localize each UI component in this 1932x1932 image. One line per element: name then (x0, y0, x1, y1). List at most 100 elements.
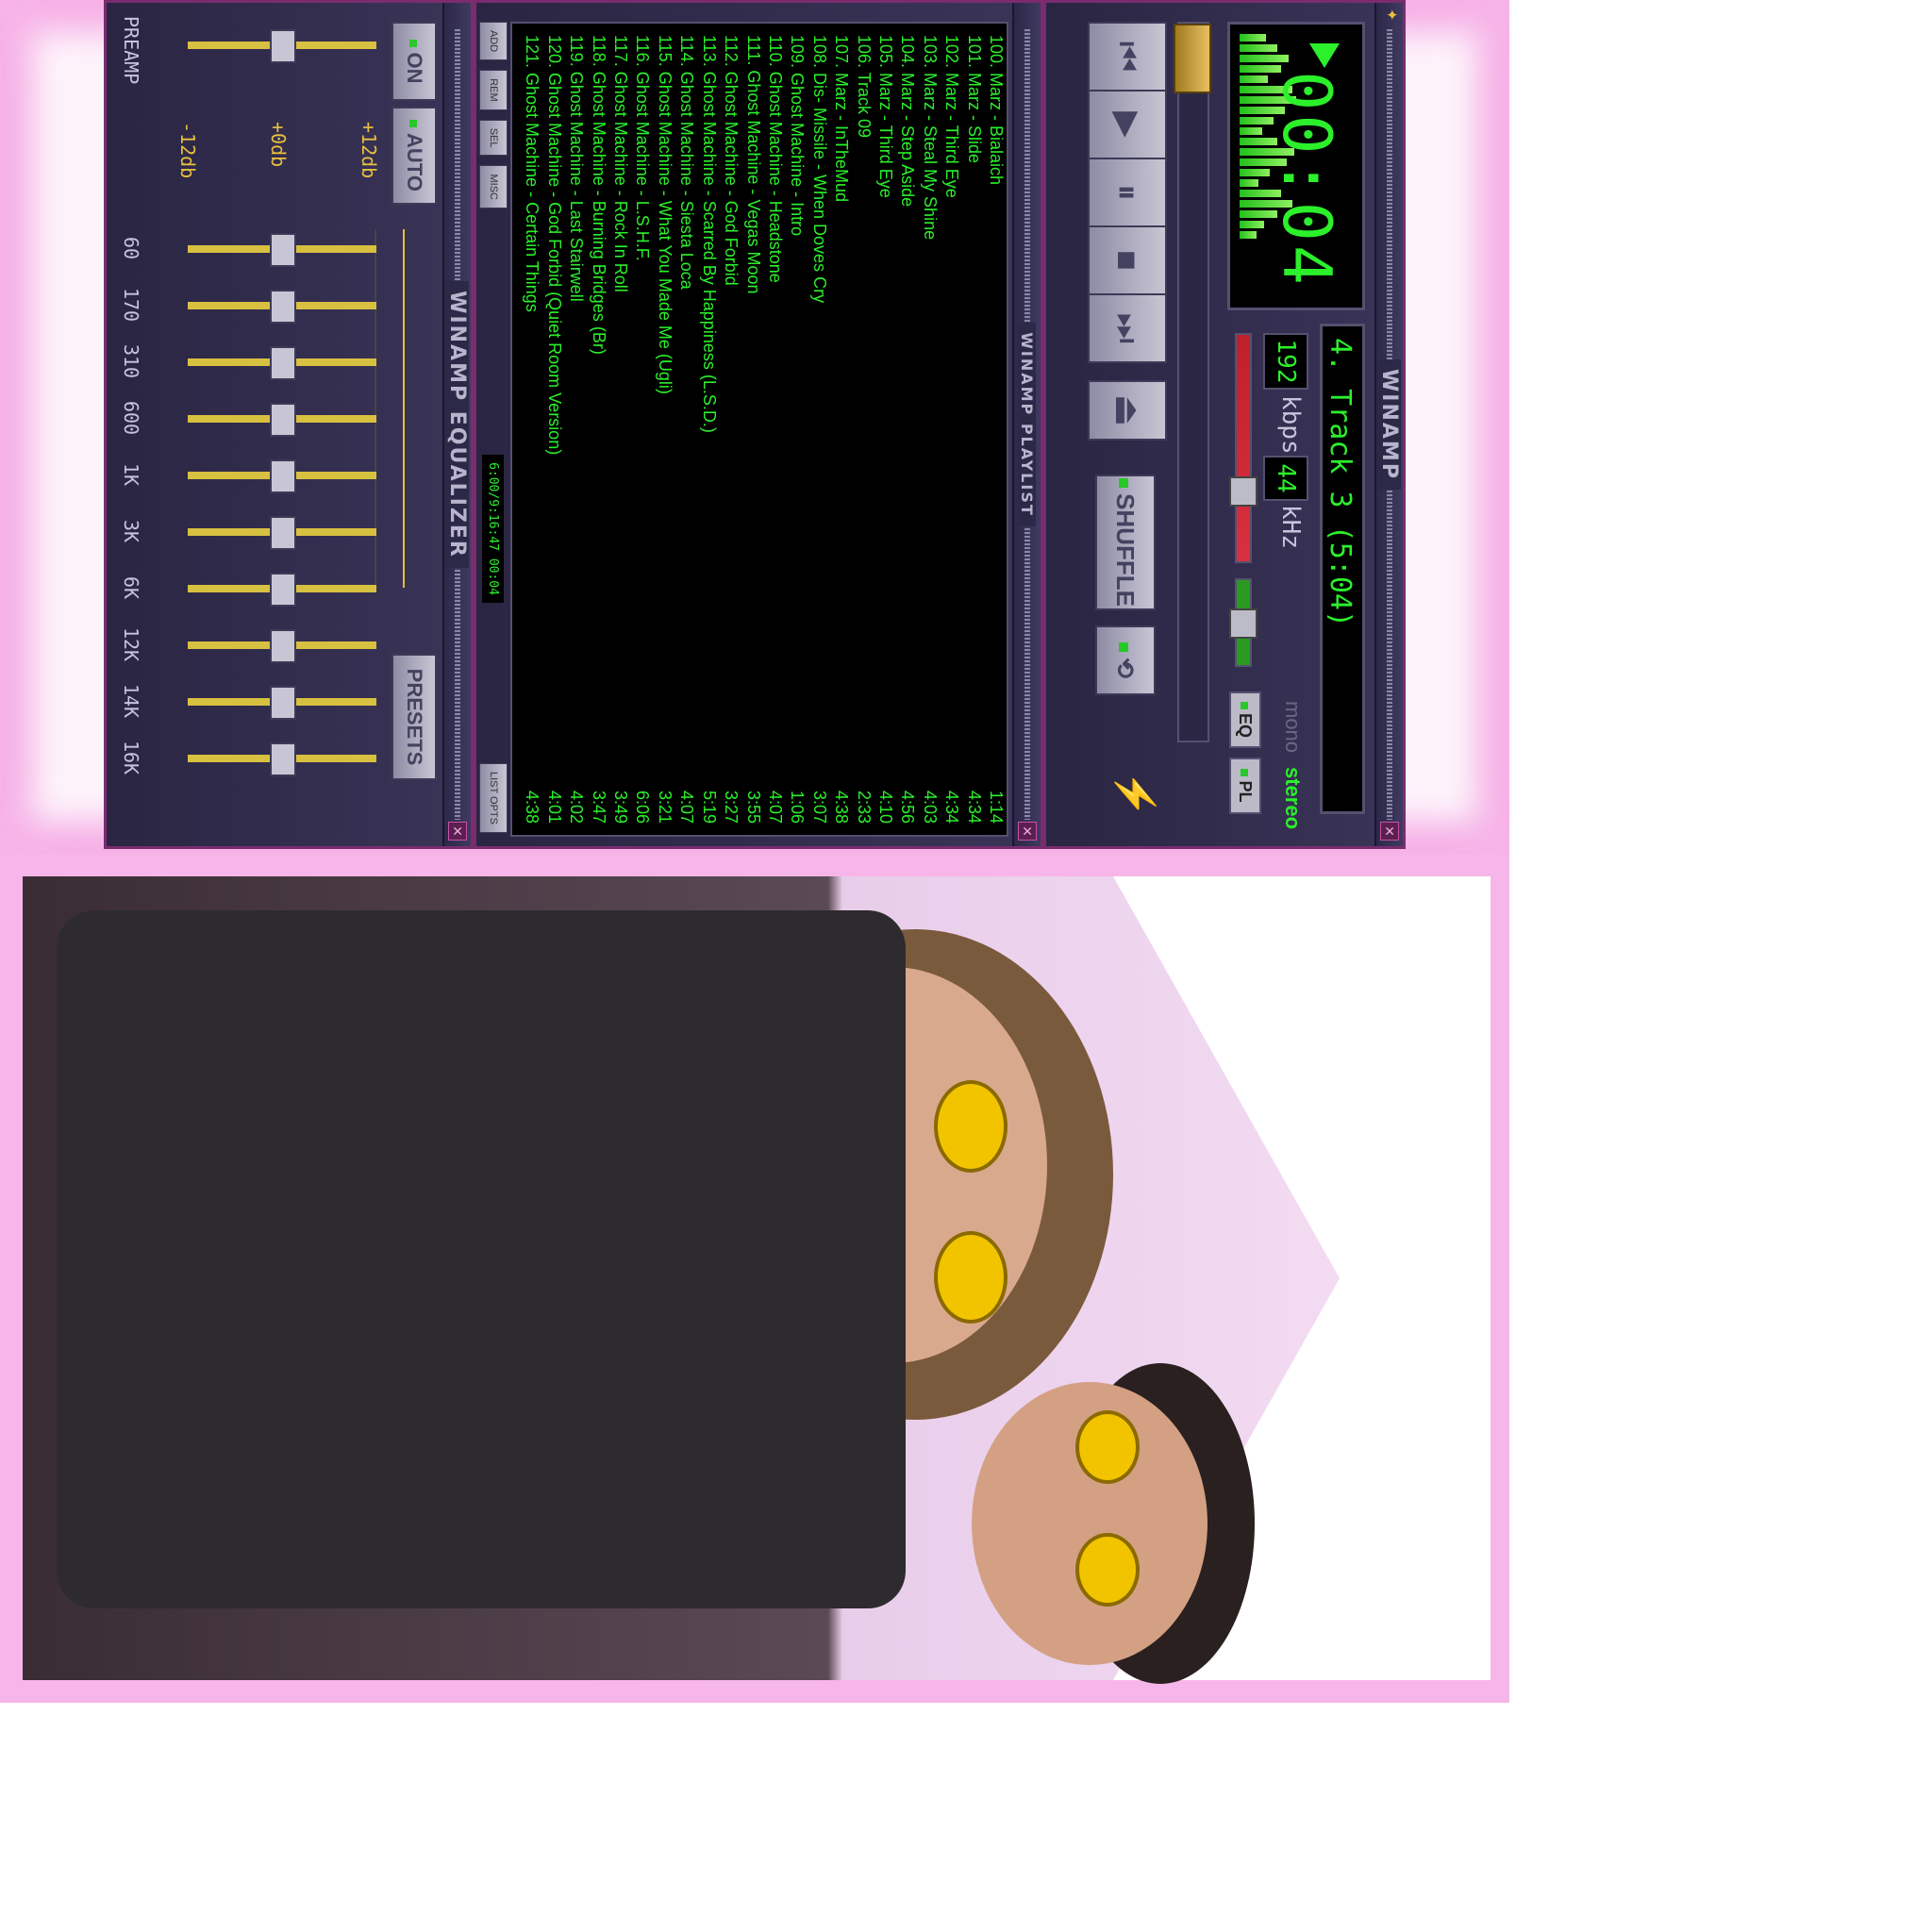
eq-band-thumb[interactable] (270, 290, 296, 324)
shuffle-button[interactable]: SHUFFLE (1095, 475, 1156, 610)
eq-band-thumb[interactable] (270, 686, 296, 720)
time-display[interactable]: 00:04 (1268, 71, 1345, 289)
playlist-row[interactable]: 100. Marz - Bialaich 1:14 (985, 24, 1007, 835)
playlist-titlebar[interactable]: WINAMP PLAYLIST ✕ (1012, 3, 1041, 846)
playlist-track-length: 4:10 (875, 790, 895, 824)
eq-band-thumb[interactable] (270, 742, 296, 776)
seek-thumb[interactable] (1174, 24, 1211, 93)
balance-thumb[interactable] (1229, 608, 1257, 639)
playlist-track-length: 3:55 (743, 790, 763, 824)
eq-band-label: 60 (120, 236, 142, 260)
playlist-row[interactable]: 120. Ghost Machine - God Forbid (Quiet R… (542, 24, 564, 835)
previous-button[interactable]: ⏮ (1088, 22, 1167, 92)
spectrum-bar (1240, 169, 1270, 176)
eq-on-button[interactable]: ON (391, 22, 437, 101)
playlist-row[interactable]: 106. Track 09 2:33 (852, 24, 874, 835)
eq-band-slider[interactable]: 310 (120, 342, 386, 380)
eq-band-slider[interactable]: 1K (120, 456, 386, 493)
playlist-window: WINAMP PLAYLIST ✕ 100. Marz - Bialaich 1:… (474, 0, 1043, 849)
playlist-track-length: 4:01 (544, 790, 564, 824)
playlist-row[interactable]: 117. Ghost Machine - Rock In Roll 3:49 (609, 24, 631, 835)
playlist-toggle-button[interactable]: PL (1229, 758, 1261, 814)
eq-band-thumb[interactable] (270, 573, 296, 607)
remove-button[interactable]: REM (479, 70, 508, 110)
playlist-list[interactable]: 100. Marz - Bialaich 1:14 101. Marz - Slid… (510, 22, 1008, 837)
playlist-row[interactable]: 112. Ghost Machine - God Forbid 3:27 (720, 24, 741, 835)
eq-band-slider[interactable]: 60 (120, 229, 386, 267)
sunglass-lens (1075, 1410, 1140, 1484)
playlist-row[interactable]: 115. Ghost Machine - What You Made Me (U… (654, 24, 675, 835)
eq-auto-button[interactable]: AUTO (391, 107, 437, 205)
eq-band-thumb[interactable] (270, 629, 296, 663)
equalizer-titlebar[interactable]: WINAMP EQUALIZER ✕ (442, 3, 471, 846)
playlist-row[interactable]: 110. Ghost Machine - Headstone 4:07 (764, 24, 786, 835)
playlist-row[interactable]: 116. Ghost Machine - L.S.H.F. 6:06 (631, 24, 653, 835)
samplerate-unit: kHz (1276, 505, 1305, 549)
pause-button[interactable]: ⏸ (1088, 158, 1167, 227)
equalizer-title: WINAMP EQUALIZER (445, 281, 470, 568)
eq-band-slider[interactable]: 6K (120, 569, 386, 607)
previous-icon: ⏮ (1108, 41, 1147, 73)
eq-band-thumb[interactable] (270, 459, 296, 493)
preamp-label: PREAMP (120, 16, 142, 85)
playlist-track-length: 6:06 (633, 790, 653, 824)
list-options-button[interactable]: LIST OPTS (479, 762, 508, 833)
playlist-row[interactable]: 101. Marz - Slide 4:34 (962, 24, 984, 835)
winamp-logo-icon[interactable]: ✦ (1382, 8, 1399, 27)
song-title-ticker[interactable]: 4. Track 3 (5:04) (1320, 324, 1365, 814)
add-button[interactable]: ADD (479, 22, 508, 61)
playlist-track-length: 4:34 (964, 790, 984, 824)
playlist-row[interactable]: 103. Marz - Steal My Shine 4:03 (918, 24, 940, 835)
eq-band-slider[interactable]: 16K (120, 739, 386, 776)
spectrum-bar (1240, 221, 1264, 228)
volume-slider[interactable] (1229, 333, 1257, 563)
playlist-row[interactable]: 105. Marz - Third Eye 4:10 (874, 24, 896, 835)
eq-band-slider[interactable]: 3K (120, 512, 386, 550)
main-titlebar[interactable]: ✦ WINAMP ✕ (1374, 3, 1403, 846)
eq-band-thumb[interactable] (270, 233, 296, 267)
eq-band-thumb[interactable] (270, 346, 296, 380)
eq-toggle-button[interactable]: EQ (1229, 691, 1261, 748)
playlist-row[interactable]: 109. Ghost Machine - Intro 1:06 (786, 24, 808, 835)
close-icon[interactable]: ✕ (448, 822, 467, 841)
repeat-icon: ⟲ (1111, 658, 1140, 678)
eject-button[interactable]: ⏏ (1088, 380, 1167, 441)
eq-band-slider[interactable]: 600 (120, 399, 386, 437)
playlist-track-name: 111. Ghost Machine - Vegas Moon (743, 35, 763, 294)
playlist-row[interactable]: 107. Marz - InTheMud 4:38 (830, 24, 852, 835)
playlist-track-name: 102. Marz - Third Eye (942, 35, 962, 198)
playlist-row[interactable]: 113. Ghost Machine - Scarred By Happines… (697, 24, 719, 835)
preamp-thumb[interactable] (270, 29, 296, 63)
seek-bar[interactable] (1174, 22, 1211, 742)
select-button[interactable]: SEL (479, 119, 508, 157)
eq-band-slider[interactable]: 12K (120, 625, 386, 663)
playlist-row[interactable]: 121. Ghost Machine - Certain Things 4:38 (521, 24, 542, 835)
preamp-slider[interactable]: PREAMP (120, 16, 386, 84)
eq-band-thumb[interactable] (270, 516, 296, 550)
close-icon[interactable]: ✕ (1380, 822, 1399, 841)
spectrum-bar (1240, 44, 1277, 52)
next-button[interactable]: ⏭ (1088, 293, 1167, 363)
playlist-row[interactable]: 119. Ghost Machine - Last Stairwell 4:02 (565, 24, 587, 835)
misc-button[interactable]: MISC (479, 165, 508, 208)
stop-button[interactable]: ■ (1088, 225, 1167, 295)
playlist-row[interactable]: 118. Ghost Machine - Burning Bridges (Br… (587, 24, 608, 835)
playlist-row[interactable]: 102. Marz - Third Eye 4:34 (941, 24, 962, 835)
eq-band-slider[interactable]: 14K (120, 682, 386, 720)
spectrum-bar (1240, 179, 1258, 187)
playlist-row[interactable]: 114. Ghost Machine - Siesta Loca 4:07 (675, 24, 697, 835)
balance-slider[interactable] (1229, 578, 1257, 667)
eq-band-thumb[interactable] (270, 403, 296, 437)
presets-button[interactable]: PRESETS (391, 654, 437, 780)
eq-band-slider[interactable]: 170 (120, 286, 386, 324)
playlist-row[interactable]: 108. Dis- Missile - When Doves Cry 3:07 (808, 24, 829, 835)
winamp-lightning-logo-icon[interactable]: ⚡ (1101, 771, 1158, 827)
visualizer-display[interactable]: 00:04 (1227, 22, 1365, 310)
repeat-button[interactable]: ⟲ (1095, 625, 1156, 695)
playlist-row[interactable]: 111. Ghost Machine - Vegas Moon 3:55 (741, 24, 763, 835)
playlist-row[interactable]: 104. Marz - Step Aside 4:56 (896, 24, 918, 835)
volume-thumb[interactable] (1229, 476, 1257, 507)
close-icon[interactable]: ✕ (1018, 822, 1037, 841)
playlist-title: WINAMP PLAYLIST (1018, 323, 1037, 526)
play-button[interactable]: ▶ (1088, 90, 1167, 159)
